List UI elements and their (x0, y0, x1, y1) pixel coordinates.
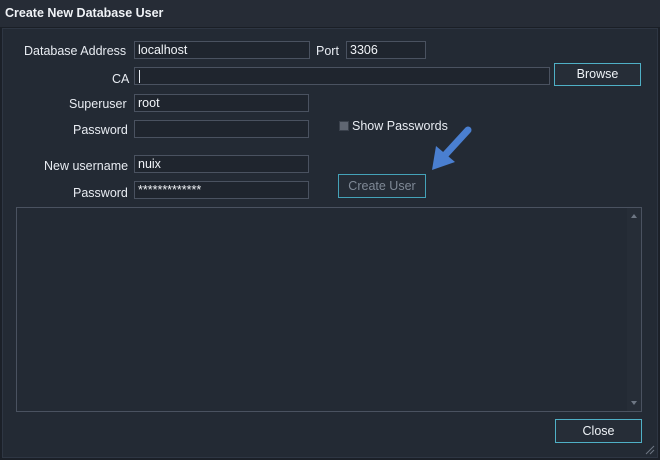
password-label: Password (73, 123, 128, 137)
output-log[interactable] (16, 207, 642, 412)
db-address-label: Database Address (24, 44, 127, 58)
db-address-input[interactable]: localhost (134, 41, 310, 59)
new-username-label: New username (44, 159, 129, 173)
window-title: Create New Database User (5, 6, 164, 20)
log-scrollbar[interactable] (627, 208, 641, 411)
password-input[interactable] (134, 120, 309, 138)
new-password-input[interactable]: ************* (134, 181, 309, 199)
show-passwords-checkbox[interactable] (339, 121, 349, 131)
ca-input[interactable] (134, 67, 550, 85)
scroll-up-icon[interactable] (631, 214, 637, 218)
port-input[interactable]: 3306 (346, 41, 426, 59)
scroll-down-icon[interactable] (631, 401, 637, 405)
superuser-label: Superuser (69, 97, 127, 111)
new-username-input[interactable]: nuix (134, 155, 309, 173)
resize-grip-icon[interactable] (645, 445, 655, 455)
create-user-button[interactable]: Create User (338, 174, 426, 198)
superuser-input[interactable]: root (134, 94, 309, 112)
arrow-icon (432, 126, 472, 170)
close-button[interactable]: Close (555, 419, 642, 443)
browse-button[interactable]: Browse (554, 63, 641, 86)
text-caret (139, 70, 140, 84)
port-label: Port (316, 44, 339, 58)
dialog-body: Database Address localhost Port 3306 CA … (2, 28, 658, 458)
new-password-label: Password (73, 186, 128, 200)
ca-label: CA (112, 72, 130, 86)
title-bar: Create New Database User (0, 0, 660, 28)
